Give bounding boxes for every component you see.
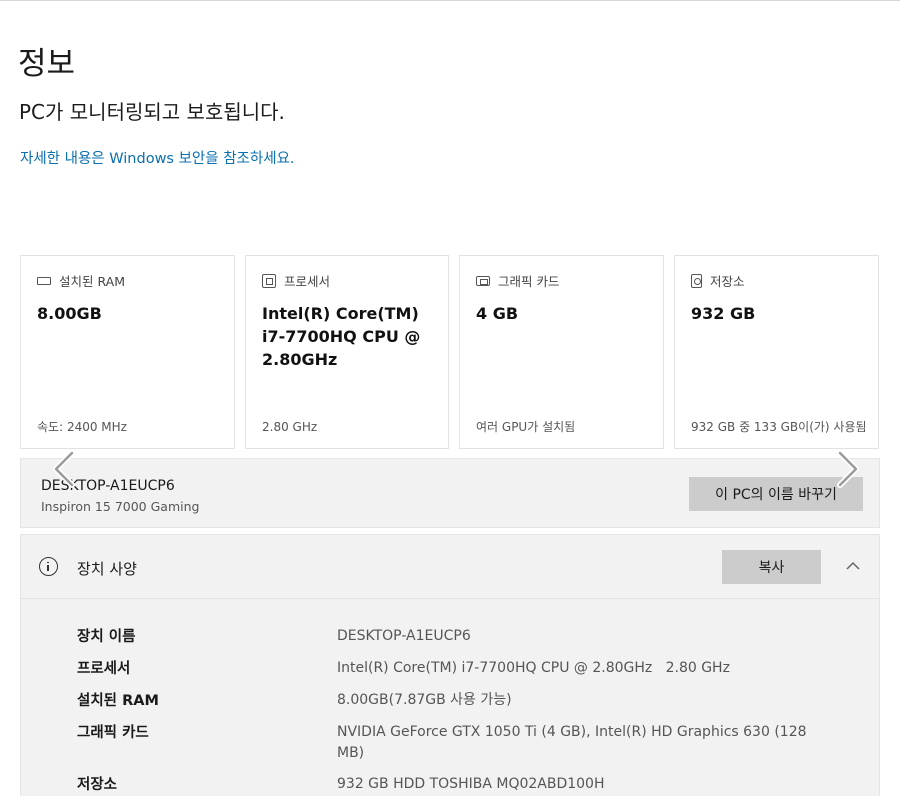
info-icon xyxy=(39,557,58,576)
spec-label: 설치된 RAM xyxy=(77,693,159,709)
spec-value: Intel(R) Core(TM) i7-7700HQ CPU @ 2.80GH… xyxy=(337,660,730,676)
card-graphics: 그래픽 카드 4 GB 여러 GPU가 설치됨 xyxy=(459,255,664,449)
device-specs-panel: 장치 사양 복사 장치 이름 DESKTOP-A1EUCP6 프로세서 Inte… xyxy=(20,534,880,796)
card-processor-value: Intel(R) Core(TM) i7-7700HQ CPU @ 2.80GH… xyxy=(262,304,421,369)
card-ram-value: 8.00GB xyxy=(37,304,102,323)
copy-button[interactable]: 복사 xyxy=(722,550,821,584)
chevron-right-icon[interactable] xyxy=(830,449,864,489)
device-name-panel: DESKTOP-A1EUCP6 Inspiron 15 7000 Gaming … xyxy=(20,458,880,528)
top-divider xyxy=(0,0,900,1)
card-ram-sub: 속도: 2400 MHz xyxy=(37,420,127,434)
spec-label: 저장소 xyxy=(77,777,118,793)
spec-value: 932 GB HDD TOSHIBA MQ02ABD100H xyxy=(337,776,605,792)
spec-value: DESKTOP-A1EUCP6 xyxy=(337,628,471,644)
card-ram: 설치된 RAM 8.00GB 속도: 2400 MHz xyxy=(20,255,235,449)
windows-security-link[interactable]: 자세한 내용은 Windows 보안을 참조하세요. xyxy=(20,147,295,168)
card-storage-label: 저장소 xyxy=(710,274,745,289)
processor-icon xyxy=(262,273,276,288)
card-graphics-sub: 여러 GPU가 설치됨 xyxy=(476,420,576,434)
chevron-up-icon[interactable] xyxy=(843,556,863,576)
device-specs-title: 장치 사양 xyxy=(77,560,137,578)
card-processor-sub: 2.80 GHz xyxy=(262,420,318,434)
card-processor-label: 프로세서 xyxy=(284,274,331,289)
spec-label: 그래픽 카드 xyxy=(77,725,149,741)
card-processor: 프로세서 Intel(R) Core(TM) i7-7700HQ CPU @ 2… xyxy=(245,255,449,449)
card-graphics-value: 4 GB xyxy=(476,304,519,323)
card-ram-header: 설치된 RAM xyxy=(37,271,125,290)
chevron-left-icon[interactable] xyxy=(48,449,82,489)
spec-label: 프로세서 xyxy=(77,661,131,677)
card-ram-label: 설치된 RAM xyxy=(59,274,125,289)
device-model: Inspiron 15 7000 Gaming xyxy=(41,499,200,514)
card-storage: 저장소 932 GB 932 GB 중 133 GB이(가) 사용됨 xyxy=(674,255,879,449)
card-processor-header: 프로세서 xyxy=(262,271,330,290)
graphics-card-icon xyxy=(476,275,490,286)
ram-icon xyxy=(37,276,51,285)
spec-label: 장치 이름 xyxy=(77,629,136,645)
storage-icon xyxy=(691,273,702,288)
card-graphics-header: 그래픽 카드 xyxy=(476,271,559,290)
page-title: 정보 xyxy=(18,46,76,82)
spec-value: 8.00GB(7.87GB 사용 가능) xyxy=(337,692,512,708)
card-storage-header: 저장소 xyxy=(691,271,745,290)
device-specs-header[interactable]: 장치 사양 복사 xyxy=(21,535,879,599)
card-storage-value: 932 GB xyxy=(691,304,756,323)
protection-status: PC가 모니터링되고 보호됩니다. xyxy=(19,100,285,124)
card-storage-sub: 932 GB 중 133 GB이(가) 사용됨 xyxy=(691,420,867,434)
spec-value: NVIDIA GeForce GTX 1050 Ti (4 GB), Intel… xyxy=(337,724,807,761)
card-graphics-label: 그래픽 카드 xyxy=(498,274,560,289)
